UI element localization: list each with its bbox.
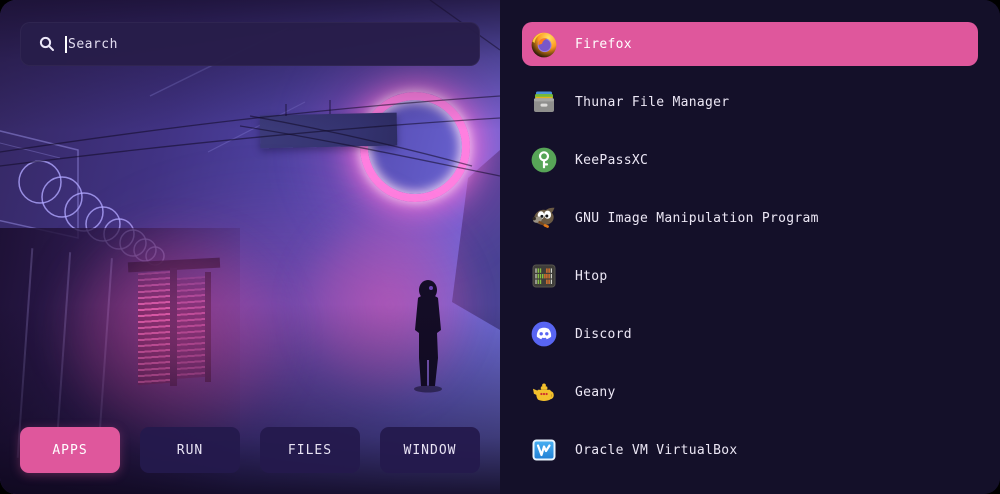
app-launcher-window: APPS RUN FILES WINDOW [0,0,1000,494]
app-row-firefox[interactable]: Firefox [522,22,978,66]
geany-icon [530,378,558,406]
app-label: Firefox [575,37,632,52]
wallpaper-gradient [0,0,500,494]
app-row-virtualbox[interactable]: Oracle VM VirtualBox [522,428,978,472]
roller-shutter [138,271,172,385]
neon-ring [360,92,470,202]
wallpaper-decor [0,0,500,494]
text-caret [65,36,67,53]
tab-run[interactable]: RUN [140,427,240,473]
discord-icon [530,320,558,348]
app-row-thunar[interactable]: Thunar File Manager [522,80,978,124]
pink-fog [40,170,460,440]
tab-window[interactable]: WINDOW [380,427,480,473]
keepassxc-icon [530,146,558,174]
roller-shutter [177,276,205,379]
wallpaper-panel: APPS RUN FILES WINDOW [0,0,500,494]
tab-files[interactable]: FILES [260,427,360,473]
gimp-icon [530,204,558,232]
app-row-keepassxc[interactable]: KeePassXC [522,138,978,182]
person-silhouette [408,278,448,394]
firefox-icon [530,30,558,58]
app-row-htop[interactable]: Htop [522,254,978,298]
mode-tabs: APPS RUN FILES WINDOW [20,427,480,473]
app-row-geany[interactable]: Geany [522,370,978,414]
pink-fog [300,210,480,400]
app-list: Firefox Thunar File Manager [500,0,1000,494]
wall-post [205,272,211,382]
search-bar[interactable] [20,22,480,66]
thunar-icon [530,88,558,116]
app-row-gimp[interactable]: GNU Image Manipulation Program [522,196,978,240]
app-label: Htop [575,269,608,284]
tab-apps[interactable]: APPS [20,427,120,473]
app-label: Oracle VM VirtualBox [575,443,738,458]
pink-fog [60,230,290,440]
app-row-discord[interactable]: Discord [522,312,978,356]
htop-icon [530,262,558,290]
app-label: KeePassXC [575,153,648,168]
awning [128,258,220,273]
search-icon [39,36,55,52]
power-lines [0,0,500,494]
search-input[interactable] [68,37,465,52]
billboard-sign [260,113,398,149]
wall-post [170,268,177,386]
app-label: Thunar File Manager [575,95,729,110]
app-label: Geany [575,385,616,400]
app-label: GNU Image Manipulation Program [575,211,819,226]
virtualbox-icon [530,436,558,464]
app-label: Discord [575,327,632,342]
